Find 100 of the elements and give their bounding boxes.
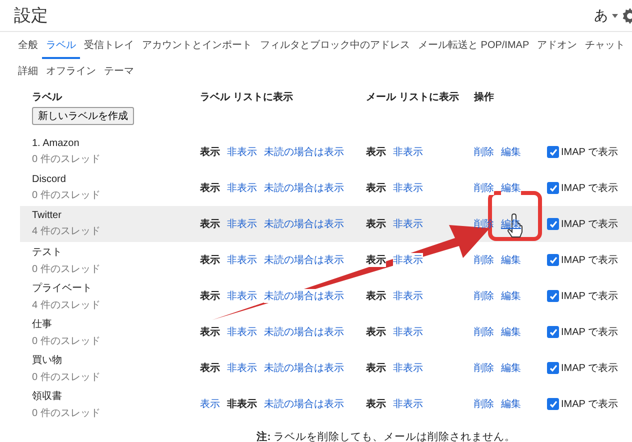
settings-tab[interactable]: メール転送と POP/IMAP bbox=[414, 32, 534, 59]
action-link[interactable]: 編集 bbox=[501, 361, 521, 375]
settings-tab[interactable]: チャット bbox=[581, 32, 630, 59]
action-link[interactable]: 編集 bbox=[501, 253, 521, 267]
checkbox-label: IMAP で表示 bbox=[561, 326, 618, 339]
thread-count: 0 件のスレッド bbox=[32, 189, 100, 202]
label-name: 領収書 bbox=[32, 390, 62, 402]
checkbox-label: IMAP で表示 bbox=[561, 254, 618, 267]
checkbox-label: IMAP で表示 bbox=[561, 362, 618, 375]
option-link[interactable]: 非表示 bbox=[393, 253, 423, 267]
option-link[interactable]: 非表示 bbox=[227, 289, 257, 303]
selected-option: 表示 bbox=[200, 145, 220, 159]
option-link[interactable]: 未読の場合は表示 bbox=[264, 145, 344, 159]
settings-tab[interactable]: テーマ bbox=[100, 59, 138, 85]
selected-option: 表示 bbox=[366, 253, 386, 267]
selected-option: 表示 bbox=[200, 289, 220, 303]
checkbox[interactable] bbox=[547, 182, 559, 194]
selected-option: 非表示 bbox=[227, 397, 257, 411]
selected-option: 表示 bbox=[366, 361, 386, 375]
option-link[interactable]: 非表示 bbox=[393, 289, 423, 303]
action-link[interactable]: 編集 bbox=[501, 289, 521, 303]
option-link[interactable]: 未読の場合は表示 bbox=[264, 217, 344, 231]
checkbox[interactable] bbox=[547, 218, 559, 230]
option-link[interactable]: 非表示 bbox=[227, 361, 257, 375]
checkbox-label: IMAP で表示 bbox=[561, 398, 618, 411]
checkbox-label: IMAP で表示 bbox=[561, 146, 618, 159]
option-link[interactable]: 未読の場合は表示 bbox=[264, 289, 344, 303]
selected-option: 表示 bbox=[366, 289, 386, 303]
selected-option: 表示 bbox=[366, 397, 386, 411]
selected-option: 表示 bbox=[200, 361, 220, 375]
option-link[interactable]: 未読の場合は表示 bbox=[264, 361, 344, 375]
option-link[interactable]: 非表示 bbox=[227, 145, 257, 159]
option-link[interactable]: 未読の場合は表示 bbox=[264, 397, 344, 411]
page-title: 設定 bbox=[14, 5, 48, 27]
action-link[interactable]: 編集 bbox=[501, 397, 521, 411]
option-link[interactable]: 未読の場合は表示 bbox=[264, 325, 344, 339]
thread-count: 0 件のスレッド bbox=[32, 153, 100, 166]
selected-option: 表示 bbox=[200, 253, 220, 267]
thread-count: 0 件のスレッド bbox=[32, 334, 100, 348]
column-header: 操作 bbox=[474, 90, 495, 104]
option-link[interactable]: 非表示 bbox=[227, 325, 257, 339]
action-link[interactable]: 削除 bbox=[474, 253, 494, 267]
label-name: Twitter bbox=[32, 210, 62, 221]
checkbox[interactable] bbox=[547, 362, 559, 374]
option-link[interactable]: 未読の場合は表示 bbox=[264, 253, 344, 267]
note-text: 注: ラベルを削除しても、メールは削除されません。 bbox=[255, 430, 517, 442]
thread-count: 4 件のスレッド bbox=[32, 225, 100, 238]
option-link[interactable]: 非表示 bbox=[393, 217, 423, 231]
settings-tab[interactable]: アドオン bbox=[533, 32, 582, 59]
option-link[interactable]: 非表示 bbox=[227, 253, 257, 267]
input-tool-button[interactable]: あ bbox=[594, 6, 608, 24]
action-link[interactable]: 削除 bbox=[474, 289, 494, 303]
selected-option: 表示 bbox=[200, 181, 220, 195]
column-header: ラベル bbox=[32, 91, 62, 104]
column-header: ラベル リストに表示 bbox=[200, 90, 294, 104]
selected-option: 表示 bbox=[366, 217, 386, 231]
option-link[interactable]: 表示 bbox=[200, 397, 220, 411]
checkbox[interactable] bbox=[547, 398, 559, 410]
checkbox-label: IMAP で表示 bbox=[561, 218, 618, 231]
create-label-button[interactable]: 新しいラベルを作成 bbox=[32, 107, 134, 125]
action-link[interactable]: 削除 bbox=[474, 181, 494, 195]
settings-tab[interactable]: ラベル bbox=[42, 32, 80, 59]
action-link[interactable]: 削除 bbox=[474, 145, 494, 159]
settings-tab[interactable]: フィルタとブロック中のアドレス bbox=[256, 32, 414, 59]
action-link[interactable]: 削除 bbox=[474, 361, 494, 375]
selected-option: 表示 bbox=[366, 325, 386, 339]
thread-count: 0 件のスレッド bbox=[32, 370, 100, 384]
option-link[interactable]: 非表示 bbox=[393, 325, 423, 339]
selected-option: 表示 bbox=[200, 325, 220, 339]
selected-option: 表示 bbox=[366, 181, 386, 195]
settings-tab[interactable]: 受信トレイ bbox=[80, 32, 138, 59]
action-link[interactable]: 削除 bbox=[474, 397, 494, 411]
settings-tab[interactable]: 全般 bbox=[14, 32, 42, 59]
column-header: メール リストに表示 bbox=[366, 90, 460, 104]
settings-tab[interactable]: オフライン bbox=[42, 59, 100, 85]
checkbox[interactable] bbox=[547, 146, 559, 158]
option-link[interactable]: 非表示 bbox=[393, 145, 423, 159]
checkbox[interactable] bbox=[547, 290, 559, 302]
option-link[interactable]: 非表示 bbox=[227, 181, 257, 195]
action-link[interactable]: 編集 bbox=[501, 145, 521, 159]
option-link[interactable]: 未読の場合は表示 bbox=[264, 181, 344, 195]
option-link[interactable]: 非表示 bbox=[227, 217, 257, 231]
settings-tab[interactable]: アカウントとインポート bbox=[138, 32, 256, 59]
checkbox-label: IMAP で表示 bbox=[561, 290, 618, 303]
checkbox[interactable] bbox=[547, 326, 559, 338]
action-link[interactable]: 編集 bbox=[501, 181, 521, 195]
settings-tab[interactable]: 詳細 bbox=[14, 59, 42, 85]
label-name: 買い物 bbox=[32, 354, 62, 366]
checkbox[interactable] bbox=[547, 254, 559, 266]
caret-icon[interactable] bbox=[612, 14, 618, 18]
option-link[interactable]: 非表示 bbox=[393, 181, 423, 195]
option-link[interactable]: 非表示 bbox=[393, 361, 423, 375]
action-link[interactable]: 削除 bbox=[474, 325, 494, 339]
label-name: プライベート bbox=[32, 282, 92, 294]
label-name: Discord bbox=[32, 174, 66, 185]
thread-count: 0 件のスレッド bbox=[32, 406, 100, 420]
selected-option: 表示 bbox=[200, 217, 220, 231]
label-name: 1. Amazon bbox=[32, 138, 80, 149]
action-link[interactable]: 編集 bbox=[501, 325, 521, 339]
option-link[interactable]: 非表示 bbox=[393, 397, 423, 411]
